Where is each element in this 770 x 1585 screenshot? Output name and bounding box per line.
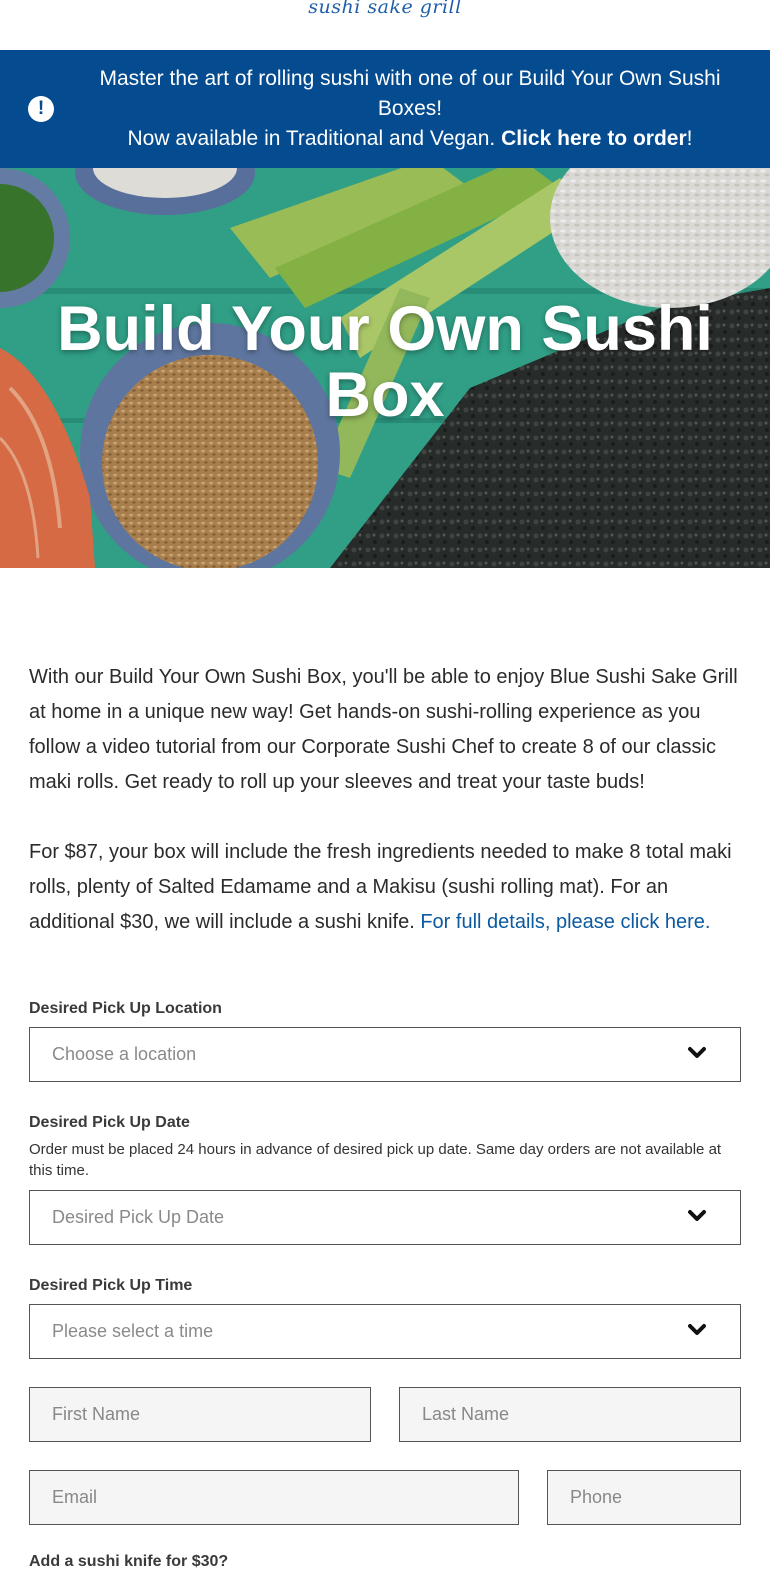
date-label: Desired Pick Up Date [29, 1114, 190, 1131]
banner-line-2-text: Now available in Traditional and Vegan. [127, 127, 502, 150]
last-name-input[interactable]: Last Name [399, 1387, 741, 1442]
name-row: First Name Last Name [29, 1387, 741, 1442]
banner-line-1: Master the art of rolling sushi with one… [99, 67, 721, 120]
banner-line-2-suffix: ! [686, 127, 693, 150]
chevron-down-icon [688, 1210, 706, 1221]
location-select[interactable]: Choose a location [29, 1027, 741, 1082]
location-field-group: Desired Pick Up Location Choose a locati… [29, 1000, 741, 1082]
intro-content: With our Build Your Own Sushi Box, you'l… [29, 660, 741, 940]
location-label: Desired Pick Up Location [29, 1000, 222, 1017]
contact-row: Email Phone [29, 1470, 741, 1525]
pricing-paragraph: For $87, your box will include the fresh… [29, 835, 741, 940]
time-field-group: Desired Pick Up Time Please select a tim… [29, 1277, 741, 1359]
exclamation-circle-icon: ! [28, 96, 54, 122]
chevron-down-icon [688, 1047, 706, 1058]
site-logo[interactable]: sushi sake grill [0, 0, 770, 18]
first-name-input[interactable]: First Name [29, 1387, 371, 1442]
chevron-down-icon [688, 1324, 706, 1335]
order-link[interactable]: Click here to order [501, 127, 687, 150]
date-select[interactable]: Desired Pick Up Date [29, 1190, 741, 1245]
time-select-value: Please select a time [52, 1321, 214, 1341]
knife-addon-label: Add a sushi knife for $30? [29, 1553, 229, 1570]
time-select[interactable]: Please select a time [29, 1304, 741, 1359]
order-form: Desired Pick Up Location Choose a locati… [29, 1000, 741, 1571]
date-select-value: Desired Pick Up Date [52, 1207, 225, 1227]
full-details-link[interactable]: For full details, please click here. [420, 911, 710, 933]
hero-section: Build Your Own Sushi Box [0, 168, 770, 568]
header: sushi sake grill [0, 0, 770, 50]
email-input[interactable]: Email [29, 1470, 519, 1525]
phone-input[interactable]: Phone [547, 1470, 741, 1525]
banner-line-2: Now available in Traditional and Vegan. … [78, 124, 742, 154]
date-field-group: Desired Pick Up Date Order must be place… [29, 1114, 741, 1245]
banner-text: Master the art of rolling sushi with one… [78, 64, 742, 154]
time-label: Desired Pick Up Time [29, 1277, 193, 1294]
location-select-value: Choose a location [52, 1044, 197, 1064]
intro-paragraph: With our Build Your Own Sushi Box, you'l… [29, 666, 738, 793]
promo-banner: ! Master the art of rolling sushi with o… [0, 50, 770, 168]
date-help-text: Order must be placed 24 hours in advance… [29, 1141, 722, 1179]
page-title: Build Your Own Sushi Box [57, 294, 713, 430]
